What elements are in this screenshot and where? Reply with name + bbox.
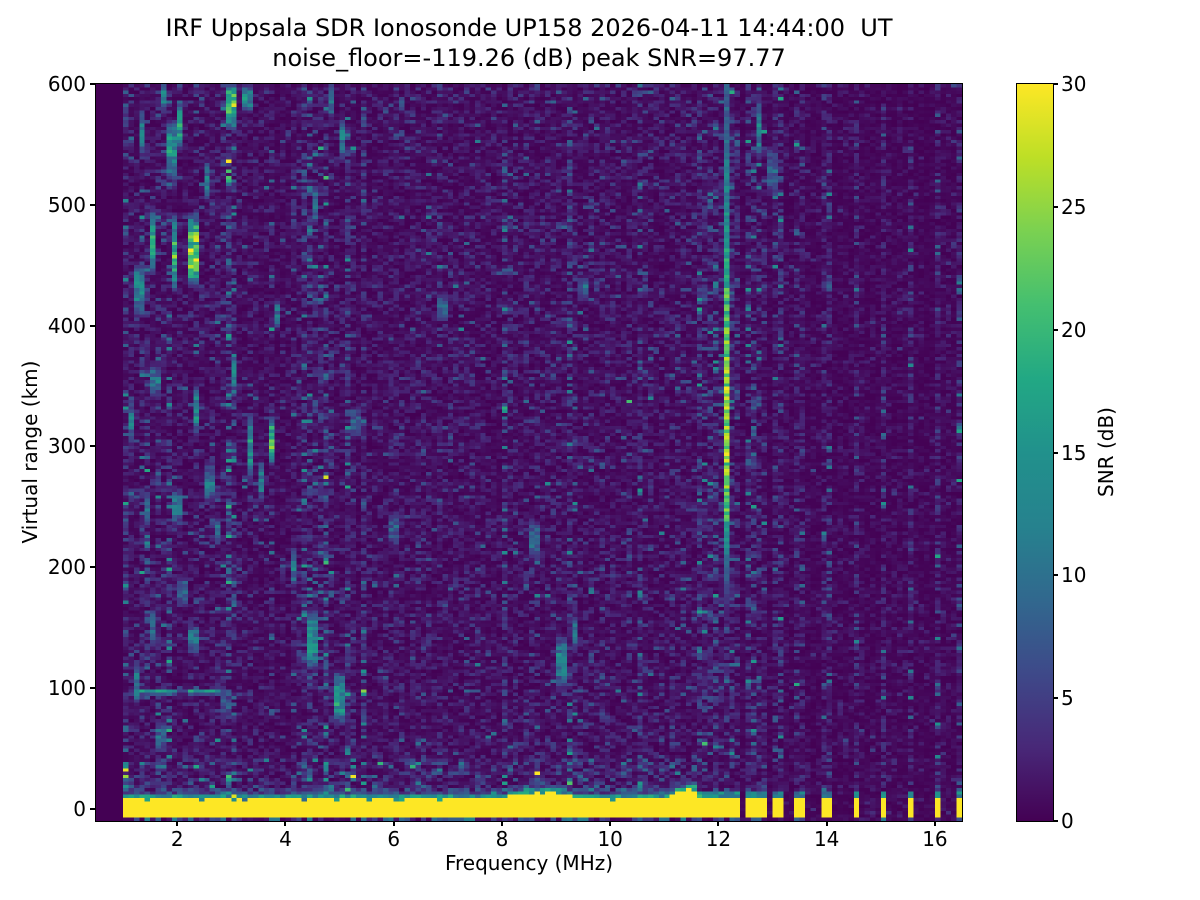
y-tick-mark <box>90 445 95 448</box>
colorbar-tick-mark <box>1053 574 1058 577</box>
x-tick-mark <box>825 821 828 826</box>
colorbar-label: SNR (dB) <box>1094 407 1118 497</box>
colorbar-tick-mark <box>1053 820 1058 822</box>
ionogram-figure: IRF Uppsala SDR Ionosonde UP158 2026-04-… <box>0 0 1200 900</box>
x-tick-label: 4 <box>279 827 292 851</box>
colorbar-tick-label: 15 <box>1061 440 1087 465</box>
y-tick-label: 0 <box>73 796 86 821</box>
chart-subtitle: noise_floor=-119.26 (dB) peak SNR=97.77 <box>272 44 786 72</box>
chart-title: IRF Uppsala SDR Ionosonde UP158 2026-04-… <box>165 14 893 42</box>
colorbar-tick-label: 5 <box>1061 686 1074 711</box>
colorbar-tick-mark <box>1053 697 1058 700</box>
colorbar-tick-label: 30 <box>1061 72 1087 96</box>
chart-title-block: IRF Uppsala SDR Ionosonde UP158 2026-04-… <box>96 13 962 73</box>
heatmap-canvas <box>96 84 962 821</box>
colorbar-tick-label: 0 <box>1061 809 1074 833</box>
colorbar-tick-label: 10 <box>1061 563 1087 588</box>
y-tick-mark <box>90 83 95 85</box>
x-tick-mark <box>609 821 612 826</box>
x-tick-mark <box>392 821 395 826</box>
colorbar-gradient <box>1017 84 1053 821</box>
x-tick-mark <box>176 821 179 826</box>
colorbar <box>1016 83 1054 822</box>
y-tick-mark <box>90 566 95 569</box>
x-tick-label: 14 <box>813 827 840 851</box>
colorbar-tick-mark <box>1053 205 1058 208</box>
x-axis-label: Frequency (MHz) <box>444 851 614 875</box>
x-tick-label: 16 <box>922 827 948 851</box>
x-tick-label: 8 <box>495 827 509 851</box>
colorbar-tick-mark <box>1053 83 1058 85</box>
x-tick-label: 10 <box>597 827 623 851</box>
y-tick-label: 100 <box>47 676 86 701</box>
colorbar-tick-mark <box>1053 328 1058 331</box>
y-tick-label: 600 <box>47 72 86 96</box>
y-tick-mark <box>90 324 95 327</box>
y-tick-label: 400 <box>47 313 86 338</box>
x-tick-label: 2 <box>170 827 184 851</box>
plot-area <box>95 83 963 822</box>
colorbar-tick-label: 25 <box>1061 194 1087 219</box>
y-tick-label: 200 <box>47 555 86 580</box>
colorbar-tick-mark <box>1053 451 1058 454</box>
y-tick-mark <box>90 687 95 690</box>
x-tick-mark <box>933 821 936 826</box>
x-tick-label: 12 <box>705 827 732 851</box>
x-tick-mark <box>284 821 287 826</box>
y-tick-mark <box>90 203 95 206</box>
colorbar-tick-label: 20 <box>1061 317 1087 342</box>
y-tick-label: 500 <box>47 192 86 217</box>
y-tick-label: 300 <box>47 434 86 459</box>
x-tick-label: 6 <box>387 827 401 851</box>
x-tick-mark <box>500 821 503 826</box>
y-tick-mark <box>90 807 95 810</box>
x-tick-mark <box>717 821 720 826</box>
